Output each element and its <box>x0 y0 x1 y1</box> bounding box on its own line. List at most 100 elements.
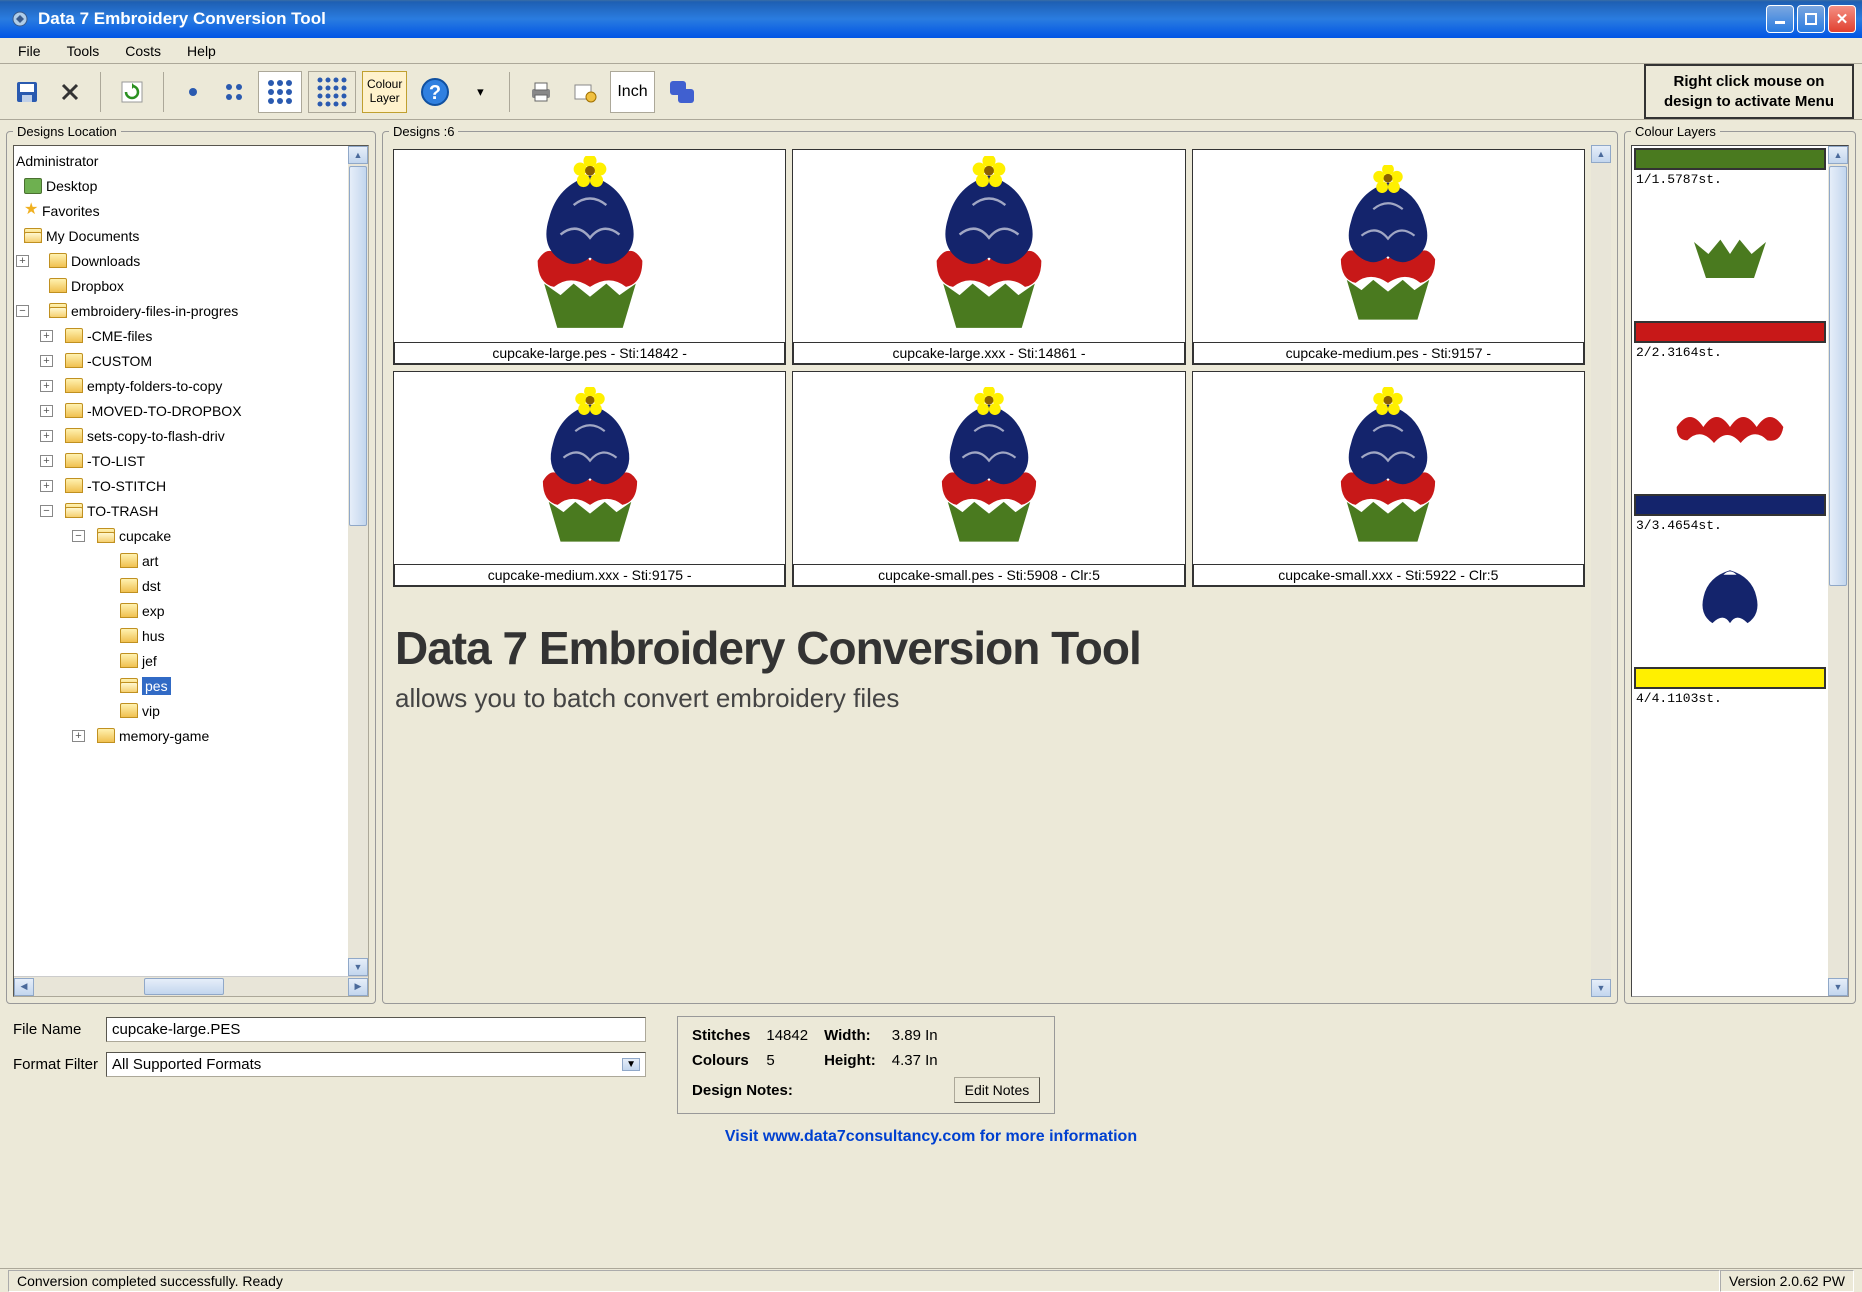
stitches-label: Stitches <box>692 1027 750 1044</box>
designs-location-legend: Designs Location <box>13 124 121 139</box>
folder-icon <box>65 453 83 468</box>
menu-file[interactable]: File <box>6 40 53 62</box>
view-medium-button[interactable] <box>216 71 252 113</box>
minimize-button[interactable] <box>1766 5 1794 33</box>
design-caption: cupcake-large.xxx - Sti:14861 - <box>793 342 1184 364</box>
overlap-button[interactable] <box>661 71 703 113</box>
promo-title: Data 7 Embroidery Conversion Tool <box>395 621 1583 675</box>
filename-input[interactable] <box>106 1017 646 1042</box>
help-dropdown[interactable]: ▾ <box>463 71 497 113</box>
layer-meta: 1/1.5787st. <box>1632 172 1828 189</box>
view-grid3-button[interactable] <box>258 71 302 113</box>
promo-text: Data 7 Embroidery Conversion Tool allows… <box>389 591 1589 720</box>
print-button[interactable] <box>522 71 560 113</box>
folder-icon <box>65 378 83 393</box>
folder-icon <box>49 253 67 268</box>
designs-legend: Designs :6 <box>389 124 458 139</box>
refresh-button[interactable] <box>113 71 151 113</box>
design-caption: cupcake-medium.pes - Sti:9157 - <box>1193 342 1584 364</box>
tree-vscroll[interactable]: ▲ ▼ <box>348 146 368 976</box>
design-thumb[interactable]: cupcake-large.pes - Sti:14842 - <box>393 149 786 365</box>
folder-icon <box>120 678 138 693</box>
design-caption: cupcake-small.xxx - Sti:5922 - Clr:5 <box>1193 564 1584 586</box>
designs-vscroll[interactable]: ▲ ▼ <box>1591 145 1611 997</box>
properties-button[interactable] <box>566 71 604 113</box>
colours-label: Colours <box>692 1052 750 1069</box>
design-thumb[interactable]: cupcake-small.xxx - Sti:5922 - Clr:5 <box>1192 371 1585 587</box>
app-icon <box>10 9 30 29</box>
layer-meta: 2/2.3164st. <box>1632 345 1828 362</box>
statusbar: Conversion completed successfully. Ready… <box>0 1268 1862 1292</box>
swatch <box>1634 494 1826 516</box>
titlebar: Data 7 Embroidery Conversion Tool ✕ <box>0 0 1862 38</box>
filename-label: File Name <box>13 1021 98 1038</box>
scroll-right-icon[interactable]: ▶ <box>348 978 368 996</box>
swatch <box>1634 321 1826 343</box>
folder-icon <box>120 703 138 718</box>
folder-icon <box>120 603 138 618</box>
folder-icon <box>49 278 67 293</box>
scroll-down-icon[interactable]: ▼ <box>348 958 368 976</box>
folder-icon <box>120 578 138 593</box>
designs-panel: Designs :6 cupcake-large.pes - Sti:14842… <box>382 124 1618 1004</box>
layers-vscroll[interactable]: ▲ ▼ <box>1828 146 1848 996</box>
design-thumb[interactable]: cupcake-small.pes - Sti:5908 - Clr:5 <box>792 371 1185 587</box>
width-value: 3.89 In <box>892 1027 938 1044</box>
tree-hscroll[interactable]: ◀ ▶ <box>14 976 368 996</box>
promo-subtitle: allows you to batch convert embroidery f… <box>395 683 1583 714</box>
view-single-button[interactable] <box>176 71 210 113</box>
unit-inch-button[interactable]: Inch <box>610 71 654 113</box>
close-button[interactable]: ✕ <box>1828 5 1856 33</box>
maximize-button[interactable] <box>1797 5 1825 33</box>
edit-notes-button[interactable]: Edit Notes <box>954 1077 1041 1103</box>
scroll-up-icon[interactable]: ▲ <box>348 146 368 164</box>
folder-icon <box>65 328 83 343</box>
design-caption: cupcake-large.pes - Sti:14842 - <box>394 342 785 364</box>
folder-icon <box>97 528 115 543</box>
design-info-box: Stitches 14842 Width: 3.89 In Colours 5 … <box>677 1016 1055 1114</box>
width-label: Width: <box>824 1027 876 1044</box>
menu-help[interactable]: Help <box>175 40 228 62</box>
height-value: 4.37 In <box>892 1052 938 1069</box>
scroll-down-icon[interactable]: ▼ <box>1591 979 1611 997</box>
colour-layer-item[interactable]: 2/2.3164st. <box>1632 321 1828 492</box>
folder-icon <box>65 478 83 493</box>
svg-text:?: ? <box>429 82 441 104</box>
tree-selected-pes: pes <box>142 677 171 695</box>
save-button[interactable] <box>8 71 46 113</box>
swatch <box>1634 148 1826 170</box>
toolbar: Colour Layer ? ▾ Inch Right click mouse … <box>0 64 1862 120</box>
stitches-value: 14842 <box>766 1027 808 1044</box>
design-caption: cupcake-medium.xxx - Sti:9175 - <box>394 564 785 586</box>
view-grid4-button[interactable] <box>308 71 356 113</box>
chevron-down-icon[interactable]: ▼ <box>622 1058 640 1071</box>
format-filter-select[interactable]: All Supported Formats▼ <box>106 1052 646 1077</box>
scroll-up-icon[interactable]: ▲ <box>1591 145 1611 163</box>
design-thumb[interactable]: cupcake-medium.pes - Sti:9157 - <box>1192 149 1585 365</box>
menu-costs[interactable]: Costs <box>113 40 173 62</box>
menu-tools[interactable]: Tools <box>55 40 112 62</box>
scroll-left-icon[interactable]: ◀ <box>14 978 34 996</box>
folder-icon <box>65 503 83 518</box>
colour-layer-item[interactable]: 4/4.1103st. <box>1632 667 1828 708</box>
folder-icon <box>120 628 138 643</box>
scroll-down-icon[interactable]: ▼ <box>1828 978 1848 996</box>
visit-link[interactable]: Visit www.data7consultancy.com for more … <box>0 1114 1862 1152</box>
colour-layer-item[interactable]: 1/1.5787st. <box>1632 148 1828 319</box>
design-notes-label: Design Notes: <box>692 1082 876 1099</box>
folder-tree[interactable]: Administrator Desktop ★Favorites My Docu… <box>13 145 369 997</box>
design-thumb[interactable]: cupcake-medium.xxx - Sti:9175 - <box>393 371 786 587</box>
colours-value: 5 <box>766 1052 808 1069</box>
version-label: Version 2.0.62 PW <box>1720 1270 1854 1292</box>
delete-button[interactable] <box>52 71 88 113</box>
design-thumb[interactable]: cupcake-large.xxx - Sti:14861 - <box>792 149 1185 365</box>
colour-layer-item[interactable]: 3/3.4654st. <box>1632 494 1828 665</box>
help-button[interactable]: ? <box>413 71 457 113</box>
tip-box: Right click mouse on design to activate … <box>1644 64 1854 119</box>
colour-layers-legend: Colour Layers <box>1631 124 1720 139</box>
colour-layer-button[interactable]: Colour Layer <box>362 71 407 113</box>
folder-icon <box>49 303 67 318</box>
folder-icon <box>24 228 42 243</box>
scroll-up-icon[interactable]: ▲ <box>1828 146 1848 164</box>
window-title: Data 7 Embroidery Conversion Tool <box>36 9 1766 29</box>
